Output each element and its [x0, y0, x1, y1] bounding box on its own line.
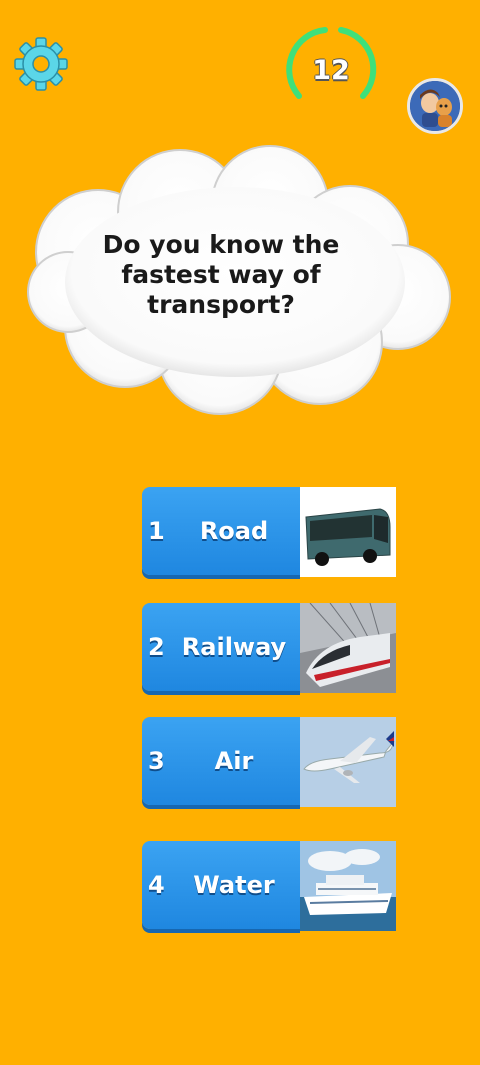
answer-option-railway[interactable]: 2 Railway — [142, 603, 396, 693]
answer-option-water[interactable]: 4 Water — [142, 841, 396, 931]
question-line-2: fastest way of — [121, 260, 321, 289]
option-number: 1 — [148, 517, 165, 545]
ship-image — [300, 841, 396, 931]
character-avatar-icon — [410, 81, 460, 131]
bus-image — [300, 487, 396, 577]
airplane-image — [300, 717, 396, 807]
gear-icon — [14, 37, 68, 91]
answer-button[interactable]: 2 Railway — [142, 603, 300, 691]
train-image — [300, 603, 396, 693]
option-label: Air — [214, 747, 254, 775]
answer-option-road[interactable]: 1 Road — [142, 487, 396, 577]
answer-button[interactable]: 3 Air — [142, 717, 300, 805]
countdown-timer: 12 — [279, 18, 383, 122]
answer-button[interactable]: 4 Water — [142, 841, 300, 929]
question-line-3: transport? — [147, 290, 295, 319]
settings-button[interactable] — [12, 36, 70, 92]
option-number: 4 — [148, 871, 165, 899]
option-number: 2 — [148, 633, 165, 661]
option-label: Water — [193, 871, 275, 899]
option-label: Railway — [181, 633, 287, 661]
question-text: Do you know the fastest way of transport… — [90, 230, 352, 320]
answer-button[interactable]: 1 Road — [142, 487, 300, 575]
option-label: Road — [199, 517, 269, 545]
answer-option-air[interactable]: 3 Air — [142, 717, 396, 807]
question-line-1: Do you know the — [102, 230, 340, 259]
option-number: 3 — [148, 747, 165, 775]
timer-value: 12 — [312, 54, 350, 86]
avatar[interactable] — [407, 78, 463, 134]
